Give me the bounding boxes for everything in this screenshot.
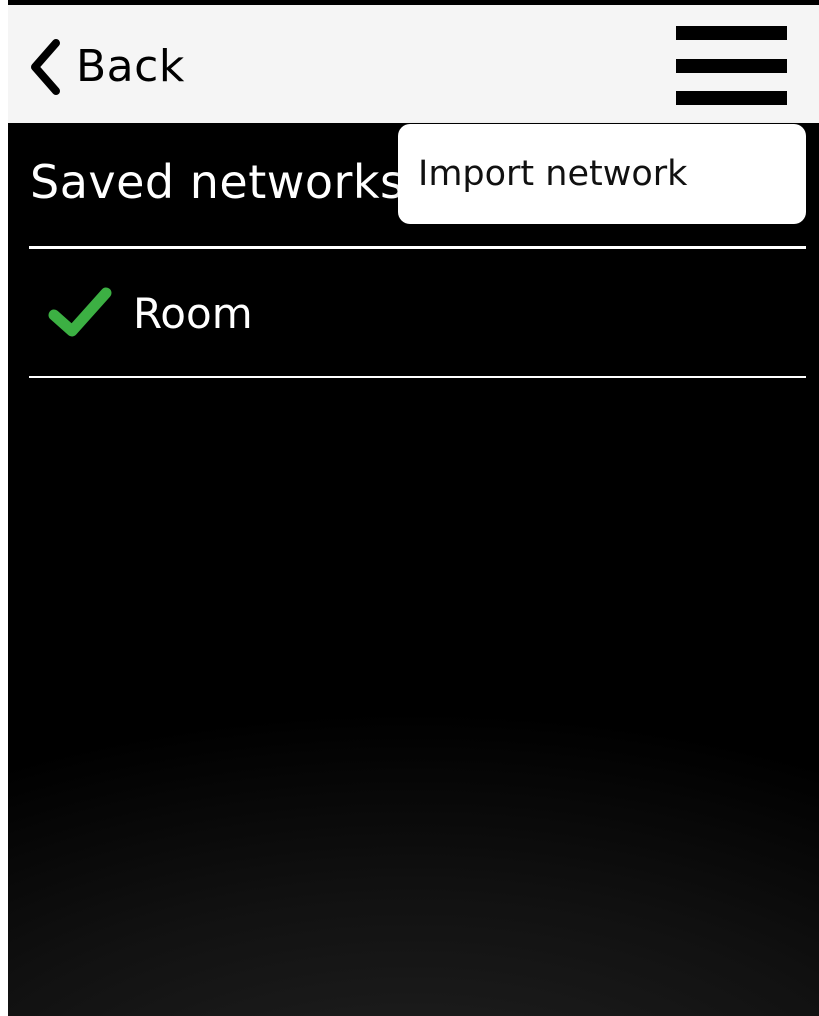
top-bar: Back bbox=[8, 5, 819, 123]
back-label: Back bbox=[76, 41, 185, 92]
menu-item-import-network[interactable]: Import network bbox=[418, 157, 687, 192]
hamburger-menu-icon[interactable] bbox=[676, 26, 787, 105]
network-settings-screen: Back Saved networks Room Import network bbox=[8, 0, 819, 1016]
page-title: Saved networks bbox=[30, 155, 405, 209]
network-name: Room bbox=[133, 289, 253, 338]
divider bbox=[29, 376, 806, 378]
overflow-menu: Import network bbox=[398, 124, 806, 224]
chevron-left-icon bbox=[31, 39, 60, 95]
menu-bar bbox=[676, 91, 787, 105]
network-list-item[interactable]: Room bbox=[29, 249, 806, 376]
menu-bar bbox=[676, 59, 787, 73]
menu-bar bbox=[676, 26, 787, 40]
back-button[interactable]: Back bbox=[28, 35, 185, 99]
checkmark-icon bbox=[48, 287, 112, 337]
